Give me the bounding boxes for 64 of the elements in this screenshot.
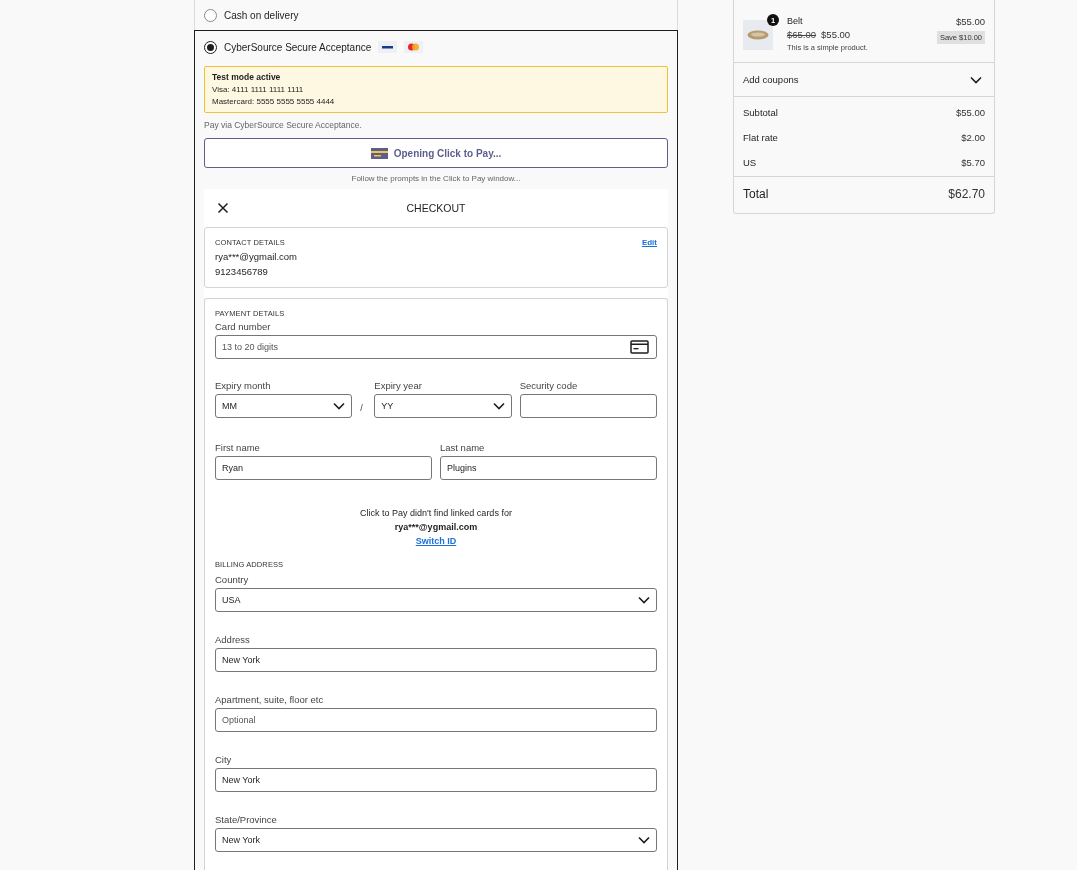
total-label: Total — [743, 187, 769, 201]
card-logo-icon — [404, 41, 424, 53]
no-linked-cards-text: Click to Pay didn't find linked cards for — [360, 508, 512, 518]
test-card-number: Mastercard: 5555 5555 5555 4444 — [212, 97, 336, 106]
notice-title: Test mode active — [212, 72, 282, 82]
test-card-number: Visa: 4111 1111 1111 1111 — [212, 85, 305, 94]
select-field[interactable]: USA — [215, 588, 657, 612]
chevron-down-icon — [492, 402, 505, 410]
chevron-down-icon — [333, 402, 346, 410]
add-coupons-toggle[interactable]: Add coupons — [734, 63, 994, 97]
field-label: Apartment, suite, floor etc — [215, 694, 325, 705]
radio-button[interactable] — [204, 8, 217, 22]
payment-method-label: CyberSource Secure Acceptance — [224, 41, 372, 53]
card-icon — [370, 147, 388, 159]
input-field[interactable]: 13 to 20 digits — [215, 335, 657, 359]
line-total: $55.00 — [955, 16, 985, 27]
edit-link[interactable]: Edit — [641, 238, 657, 247]
summary-label: US — [743, 157, 757, 168]
summary-value: $5.70 — [961, 157, 985, 168]
summary-value: $2.00 — [961, 132, 985, 143]
sale-price: $55.00 — [821, 29, 851, 40]
select-field[interactable]: YY — [374, 394, 512, 418]
chevron-down-icon — [970, 75, 982, 84]
field-label: Address — [215, 634, 251, 645]
input-field[interactable]: Ryan — [215, 456, 432, 480]
input-field[interactable]: Optional — [215, 708, 657, 732]
total-value: $62.70 — [948, 187, 985, 201]
belt-icon — [747, 30, 769, 40]
summary-label: Subtotal — [743, 107, 778, 118]
chevron-down-icon — [638, 596, 650, 604]
card-icon — [630, 340, 649, 354]
original-price: $65.00 — [787, 29, 817, 40]
switch-id-link[interactable]: Switch ID — [415, 536, 457, 546]
field-label: First name — [215, 442, 261, 453]
field-label: Card number — [215, 321, 272, 332]
contact-line: rya***@ygmail.com — [215, 251, 298, 262]
input-field[interactable] — [519, 394, 657, 418]
field-label: Security code — [519, 380, 579, 391]
field-label: Country — [215, 574, 250, 585]
field-label: State/Province — [215, 814, 278, 825]
date-separator: / — [360, 403, 364, 415]
field-label: Expiry year — [374, 380, 423, 391]
click-to-pay-button[interactable]: Opening Click to Pay... — [204, 138, 668, 168]
input-field[interactable]: New York — [215, 768, 657, 792]
chevron-down-icon — [638, 836, 650, 844]
summary-label: Flat rate — [743, 132, 778, 143]
product-name: Belt — [787, 16, 804, 26]
field-label: Last name — [440, 442, 486, 453]
email-text: rya***@ygmail.com — [394, 522, 478, 532]
input-field[interactable]: New York — [215, 648, 657, 672]
click-to-pay-prompt: Follow the prompts in the Click to Pay window... — [350, 174, 522, 183]
field-label: Expiry month — [215, 380, 272, 391]
contact-line: 9123456789 — [215, 266, 269, 277]
radio-button[interactable] — [204, 40, 217, 54]
select-field[interactable]: MM — [215, 394, 353, 418]
checkout-title: CHECKOUT — [406, 202, 466, 214]
field-label: City — [215, 754, 233, 765]
select-field[interactable]: New York — [215, 828, 657, 852]
input-field[interactable]: Plugins — [440, 456, 657, 480]
card-logo-icon — [378, 41, 398, 53]
payment-method-label: Cash on delivery — [224, 9, 299, 21]
close-icon[interactable] — [217, 202, 229, 214]
summary-value: $55.00 — [955, 107, 985, 118]
payment-description: Pay via CyberSource Secure Acceptance. — [204, 120, 363, 130]
